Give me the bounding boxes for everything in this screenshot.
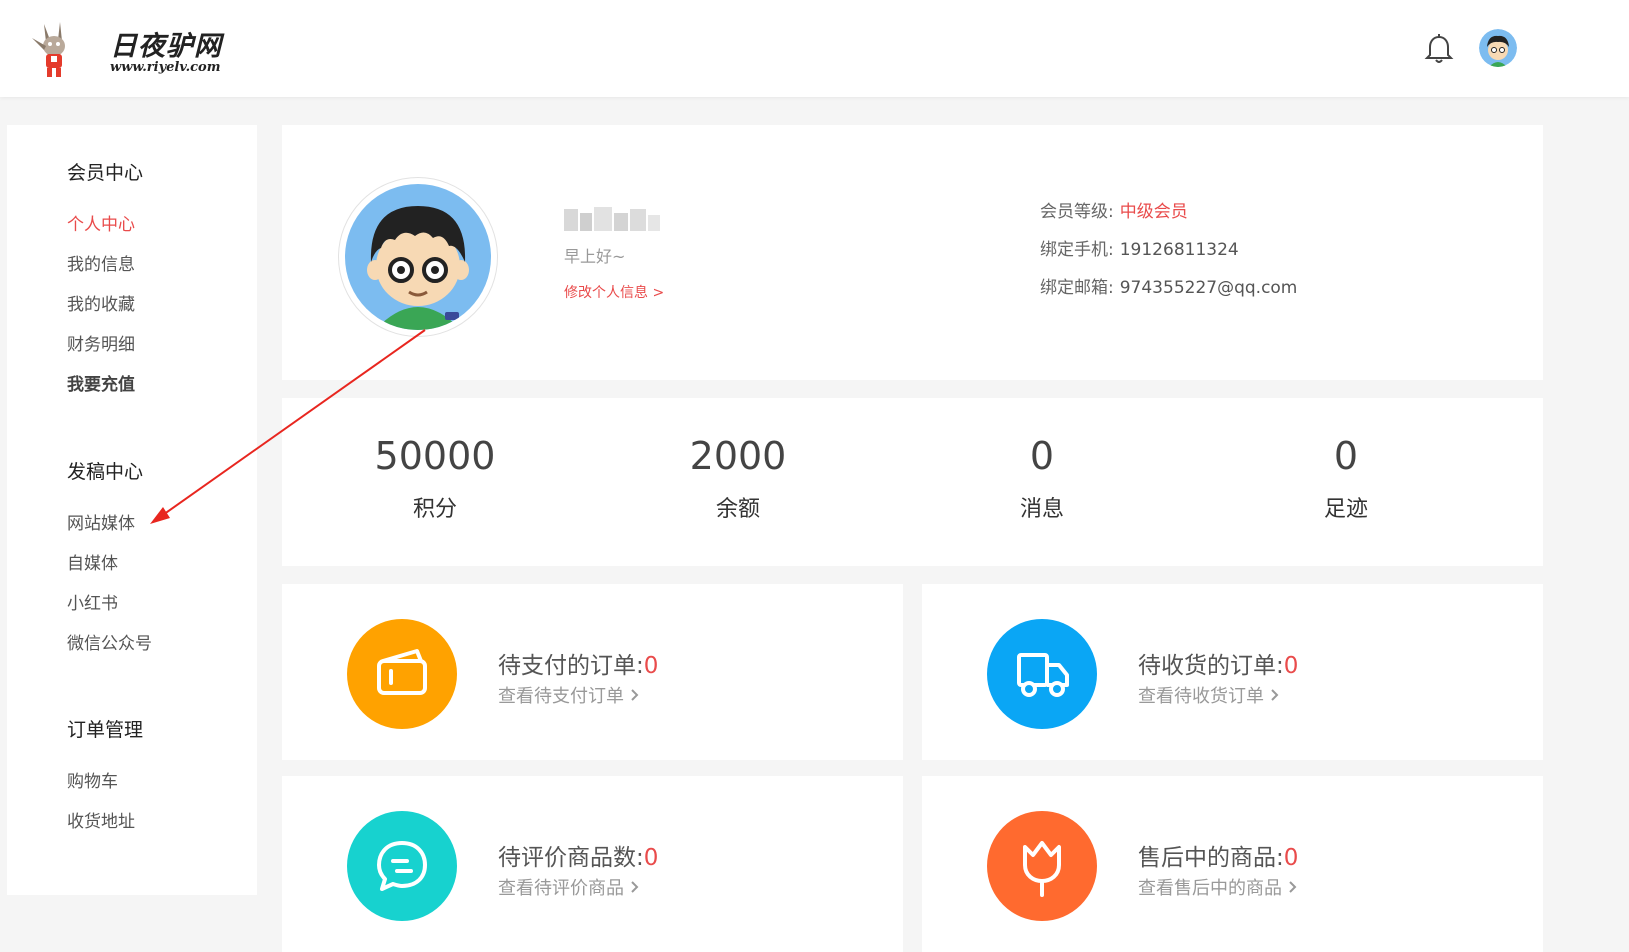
sidebar-item-cart[interactable]: 购物车 <box>67 767 118 792</box>
stat-messages-label: 消息 <box>1019 497 1064 522</box>
order-card-after-sales: 售后中的商品:0 查看售后中的商品 <box>922 776 1543 952</box>
stats-card: 50000 积分 2000 余额 0 消息 0 足迹 <box>282 398 1543 566</box>
order-title-pending-receipt: 待收货的订单:0 <box>1138 646 1298 680</box>
stat-points-label: 积分 <box>412 497 457 522</box>
order-card-pending-receipt: 待收货的订单:0 查看待收货订单 <box>922 584 1543 760</box>
profile-avatar[interactable] <box>338 177 498 337</box>
order-circle-pending-review[interactable] <box>347 811 457 921</box>
member-level-row: 会员等级: 中级会员 <box>1040 197 1188 222</box>
order-link-pending-review[interactable]: 查看待评价商品 <box>498 874 640 900</box>
stat-points[interactable]: 50000 积分 <box>325 433 545 523</box>
user-avatar-icon <box>1479 29 1517 67</box>
order-label-pending-review: 待评价商品数: <box>498 845 644 871</box>
stat-points-value: 50000 <box>374 434 496 478</box>
member-level-value: 中级会员 <box>1119 202 1188 222</box>
sidebar-item-address[interactable]: 收货地址 <box>67 807 135 832</box>
order-count-pending-review: 0 <box>643 845 659 871</box>
order-circle-pending-payment[interactable] <box>347 619 457 729</box>
edit-profile-link[interactable]: 修改个人信息 > <box>564 282 664 302</box>
stat-balance[interactable]: 2000 余额 <box>628 433 848 523</box>
header-avatar[interactable] <box>1479 29 1517 67</box>
order-title-after-sales: 售后中的商品:0 <box>1138 838 1298 872</box>
sidebar-item-personal-center[interactable]: 个人中心 <box>67 210 135 235</box>
email-row: 绑定邮箱: 974355227@qq.com <box>1040 273 1297 298</box>
logo-url: www.riyelv.com <box>110 60 221 75</box>
sidebar-item-self-media[interactable]: 自媒体 <box>67 549 118 574</box>
flower-icon <box>1023 841 1061 897</box>
stat-footprints-value: 0 <box>1333 434 1359 478</box>
chevron-right-icon <box>631 881 639 893</box>
profile-card: 早上好~ 修改个人信息 > 会员等级: 中级会员 绑定手机: 19126811324… <box>282 125 1543 380</box>
order-link-text-pending-receipt: 查看待收货订单 <box>1138 686 1264 707</box>
sidebar-group-publish-center: 发稿中心 <box>67 461 144 483</box>
blurred-username <box>564 207 660 231</box>
stat-balance-label: 余额 <box>715 497 760 522</box>
sidebar-item-xiaohongshu[interactable]: 小红书 <box>67 589 118 614</box>
phone-label: 绑定手机: <box>1040 240 1114 260</box>
order-link-text-pending-payment: 查看待支付订单 <box>498 686 624 707</box>
phone-row: 绑定手机: 19126811324 <box>1040 235 1239 260</box>
order-circle-after-sales[interactable] <box>987 811 1097 921</box>
sidebar-group-order-management: 订单管理 <box>67 719 144 741</box>
donkey-logo-icon[interactable] <box>30 20 78 80</box>
order-label-pending-receipt: 待收货的订单: <box>1138 653 1284 679</box>
order-link-pending-receipt[interactable]: 查看待收货订单 <box>1138 682 1280 708</box>
email-value: 974355227@qq.com <box>1119 278 1298 298</box>
top-header: 日夜驴网 www.riyelv.com <box>0 0 1629 97</box>
comment-icon <box>377 841 427 891</box>
logo-title[interactable]: 日夜驴网 <box>110 24 222 63</box>
order-link-pending-payment[interactable]: 查看待支付订单 <box>498 682 640 708</box>
order-title-pending-payment: 待支付的订单:0 <box>498 646 658 680</box>
wallet-icon <box>377 649 427 695</box>
stat-footprints-label: 足迹 <box>1323 497 1368 522</box>
sidebar-group-member-center: 会员中心 <box>67 162 144 184</box>
sidebar-item-wechat-official[interactable]: 微信公众号 <box>67 629 152 654</box>
order-link-text-after-sales: 查看售后中的商品 <box>1138 878 1282 899</box>
stat-messages[interactable]: 0 消息 <box>932 433 1152 523</box>
chevron-right-icon <box>1271 689 1279 701</box>
order-label-after-sales: 售后中的商品: <box>1138 845 1284 871</box>
order-title-pending-review: 待评价商品数:0 <box>498 838 658 872</box>
sidebar-item-my-info[interactable]: 我的信息 <box>67 250 135 275</box>
order-count-pending-receipt: 0 <box>1283 653 1299 679</box>
order-count-after-sales: 0 <box>1283 845 1299 871</box>
sidebar-item-finance[interactable]: 财务明细 <box>67 330 135 355</box>
order-count-pending-payment: 0 <box>643 653 659 679</box>
order-card-pending-review: 待评价商品数:0 查看待评价商品 <box>282 776 903 952</box>
stat-balance-value: 2000 <box>689 434 787 478</box>
member-level-label: 会员等级: <box>1040 202 1114 222</box>
order-circle-pending-receipt[interactable] <box>987 619 1097 729</box>
chevron-right-icon <box>1289 881 1297 893</box>
sidebar-item-website-media[interactable]: 网站媒体 <box>67 509 135 534</box>
order-card-pending-payment: 待支付的订单:0 查看待支付订单 <box>282 584 903 760</box>
sidebar-item-favorites[interactable]: 我的收藏 <box>67 290 135 315</box>
sidebar: 会员中心 个人中心 我的信息 我的收藏 财务明细 我要充值 发稿中心 网站媒体 … <box>7 125 257 895</box>
stat-messages-value: 0 <box>1029 434 1055 478</box>
email-label: 绑定邮箱: <box>1040 278 1114 298</box>
order-label-pending-payment: 待支付的订单: <box>498 653 644 679</box>
sidebar-item-recharge[interactable]: 我要充值 <box>67 370 135 395</box>
order-link-after-sales[interactable]: 查看售后中的商品 <box>1138 874 1298 900</box>
bell-icon[interactable] <box>1424 33 1454 65</box>
chevron-right-icon <box>631 689 639 701</box>
greeting-text: 早上好~ <box>564 247 626 266</box>
truck-icon <box>1017 653 1069 697</box>
order-link-text-pending-review: 查看待评价商品 <box>498 878 624 899</box>
stat-footprints[interactable]: 0 足迹 <box>1236 433 1456 523</box>
phone-value: 19126811324 <box>1119 240 1239 260</box>
user-avatar-icon <box>345 184 491 330</box>
